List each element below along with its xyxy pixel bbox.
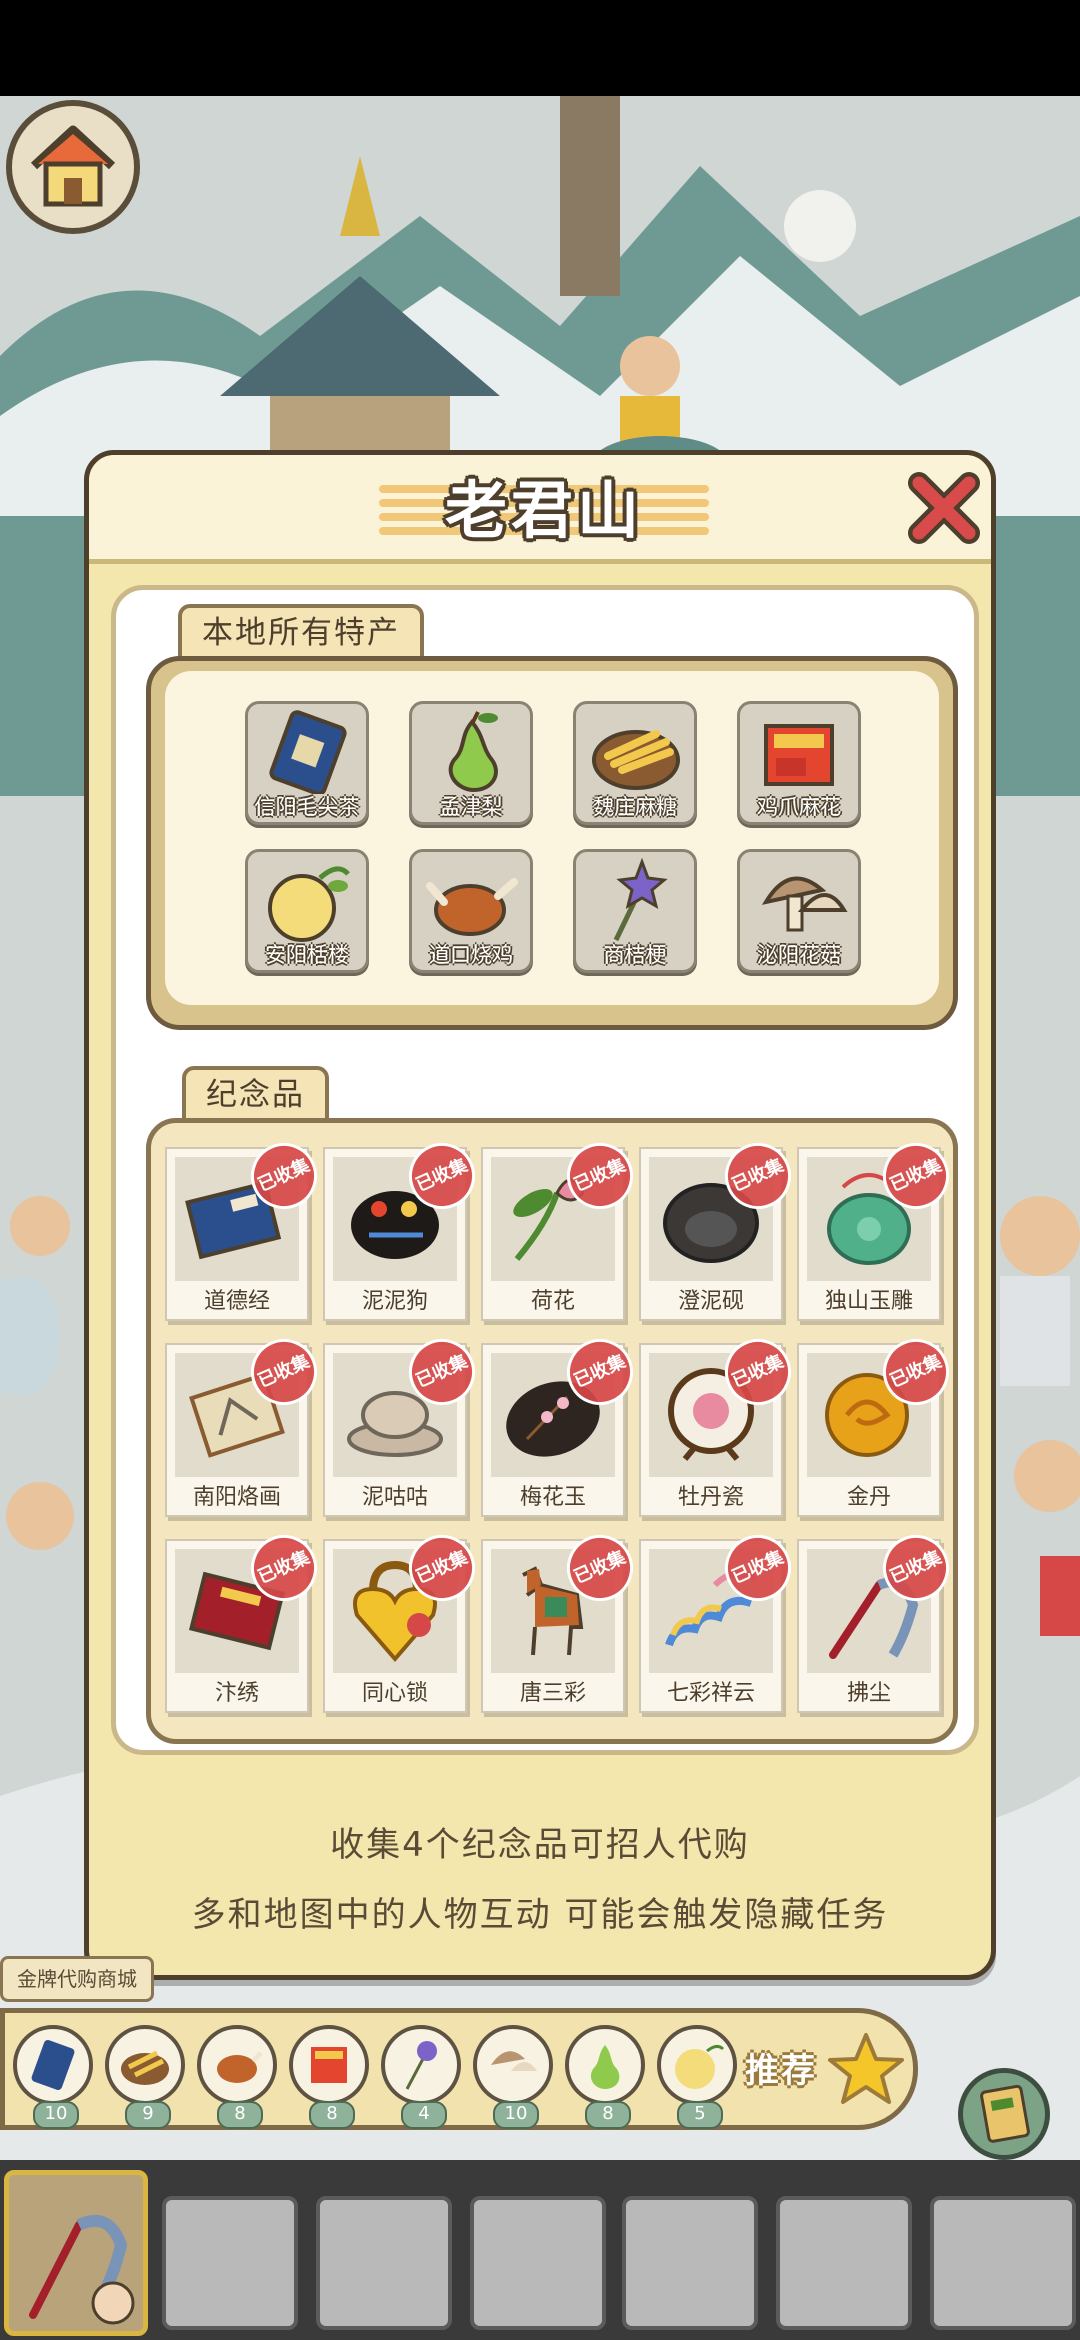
snack-box-icon: [311, 2047, 347, 2083]
souvenir-card[interactable]: 梅花玉 已收集: [481, 1328, 644, 1517]
souvenir-card[interactable]: 南阳烙画 已收集: [165, 1328, 328, 1517]
specialty-item[interactable]: 泌阳花菇: [737, 849, 861, 973]
melon-icon: [675, 2044, 725, 2089]
recommend-bar: 10 9 8 8 4 10 8 5 推荐: [0, 2008, 918, 2130]
local-specialties-panel: 信阳毛尖茶 孟津梨 魏庄麻糖 鸡爪麻花 安阳栝楼 道口烧鸡 商桔梗 泌阳花菇: [146, 656, 958, 1030]
dialog-header: 老君山: [89, 455, 991, 564]
souvenir-card[interactable]: 澄泥砚 已收集: [639, 1132, 802, 1321]
location-detail-dialog: 老君山 本地所有特产 信阳毛尖茶 孟津梨 魏庄麻糖 鸡爪麻花 安阳栝楼 道口烧鸡…: [84, 450, 996, 1980]
handbook-button[interactable]: [958, 2068, 1050, 2160]
souvenir-card[interactable]: 泥泥狗 已收集: [323, 1132, 486, 1321]
souvenir-card[interactable]: 道德经 已收集: [165, 1132, 328, 1321]
hint-interact: 多和地图中的人物互动 可能会触发隐藏任务: [191, 1895, 889, 1935]
inventory-slot[interactable]: [316, 2196, 452, 2330]
recommend-item[interactable]: 8: [197, 2025, 277, 2129]
souvenirs-label: 纪念品: [182, 1066, 329, 1120]
dialog-content: 本地所有特产 信阳毛尖茶 孟津梨 魏庄麻糖 鸡爪麻花 安阳栝楼 道口烧鸡 商桔梗…: [111, 585, 979, 1755]
close-icon[interactable]: [905, 469, 983, 547]
souvenir-card[interactable]: 荷花 已收集: [481, 1132, 644, 1321]
inventory-slot-selected[interactable]: [4, 2170, 148, 2336]
roast-chicken-icon: [426, 878, 518, 936]
specialty-item[interactable]: 信阳毛尖茶: [245, 701, 369, 825]
whisk-icon: [29, 2215, 135, 2325]
recommend-item[interactable]: 4: [381, 2025, 461, 2129]
specialty-item[interactable]: 鸡爪麻花: [737, 701, 861, 825]
recommend-label[interactable]: 推荐: [745, 2043, 817, 2092]
pear-icon: [590, 2045, 620, 2089]
souvenir-card[interactable]: 泥咕咕 已收集: [323, 1328, 486, 1517]
sugar-twist-basket-icon: [121, 2050, 169, 2085]
house-icon: [30, 125, 116, 207]
book-icon: [980, 2084, 1030, 2143]
souvenirs-panel: 道德经 已收集 泥泥狗 已收集 荷花 已收集 澄泥砚 已收集 独山玉雕 已收集 …: [146, 1118, 960, 1744]
souvenir-card[interactable]: 金丹 已收集: [797, 1328, 960, 1517]
recommend-item[interactable]: 10: [473, 2025, 553, 2129]
mushroom-icon: [761, 876, 848, 932]
specialty-item[interactable]: 孟津梨: [409, 701, 533, 825]
balloon-flower-icon: [613, 857, 668, 942]
recommend-item[interactable]: 8: [565, 2025, 645, 2129]
inventory-slot[interactable]: [930, 2196, 1076, 2330]
inventory-slot[interactable]: [162, 2196, 298, 2330]
recommend-item[interactable]: 5: [657, 2025, 737, 2129]
hint-collect: 收集4个纪念品可招人代购: [330, 1825, 750, 1865]
recommend-item[interactable]: 10: [13, 2025, 93, 2129]
souvenir-card[interactable]: 牡丹瓷 已收集: [639, 1328, 802, 1517]
pear-icon: [448, 711, 498, 793]
tea-pack-icon: [31, 2039, 75, 2091]
golden-shop-label[interactable]: 金牌代购商城: [0, 1956, 154, 2002]
inventory-slot[interactable]: [622, 2196, 758, 2330]
recommend-item[interactable]: 9: [105, 2025, 185, 2129]
specialty-item[interactable]: 安阳栝楼: [245, 849, 369, 973]
title-banner: 老君山: [359, 469, 729, 551]
recommend-item[interactable]: 8: [289, 2025, 369, 2129]
souvenir-card[interactable]: 独山玉雕 已收集: [797, 1132, 960, 1321]
specialty-item[interactable]: 道口烧鸡: [409, 849, 533, 973]
location-title: 老君山: [444, 474, 643, 547]
mushroom-icon: [491, 2051, 537, 2071]
star-icon[interactable]: [825, 2029, 907, 2111]
specialty-item[interactable]: 商桔梗: [573, 849, 697, 973]
roast-chicken-icon: [217, 2051, 263, 2083]
souvenir-card[interactable]: 汴绣 已收集: [165, 1524, 328, 1713]
inventory-slot[interactable]: [470, 2196, 606, 2330]
home-button[interactable]: [6, 100, 140, 234]
melon-icon: [268, 866, 350, 942]
tea-pack-icon: [269, 710, 347, 794]
balloon-flower-icon: [405, 2041, 437, 2090]
sugar-twist-basket-icon: [592, 730, 680, 790]
souvenir-card[interactable]: 同心锁 已收集: [323, 1524, 486, 1713]
souvenir-card[interactable]: 唐三彩 已收集: [481, 1524, 644, 1713]
snack-box-icon: [764, 724, 834, 786]
souvenir-card[interactable]: 拂尘 已收集: [797, 1524, 960, 1713]
inventory-slot[interactable]: [776, 2196, 912, 2330]
specialty-item[interactable]: 魏庄麻糖: [573, 701, 697, 825]
souvenir-card[interactable]: 七彩祥云 已收集: [639, 1524, 802, 1713]
local-specialties-label: 本地所有特产: [178, 604, 424, 658]
status-bar: [0, 0, 1080, 96]
